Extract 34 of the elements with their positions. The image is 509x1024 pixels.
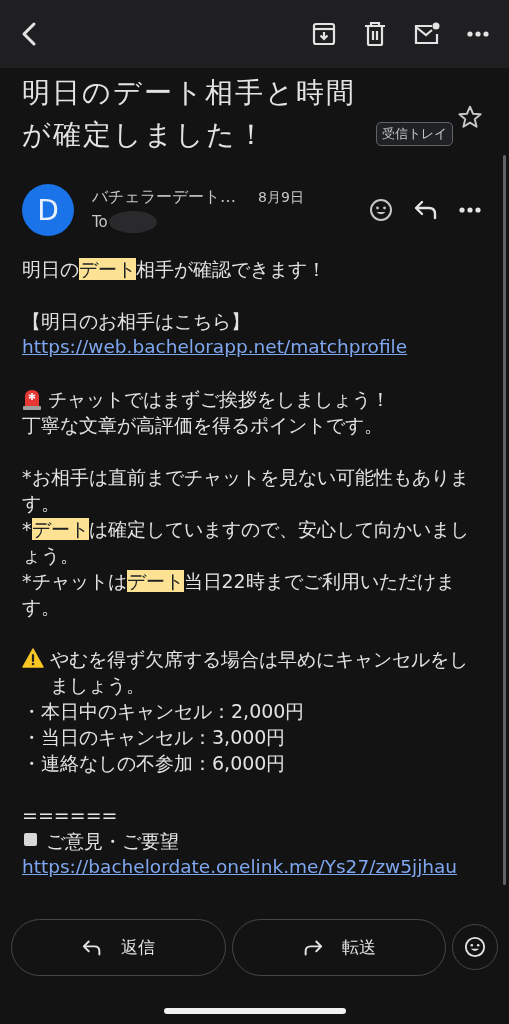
body-text: ご意見・ご要望: [46, 829, 180, 854]
square-icon: [22, 830, 40, 848]
body-text: やむを得ず欠席する場合は早めにキャンセルをしましょう。: [50, 647, 469, 698]
email-subject: 明日のデート相手と時間が確定しました！: [22, 75, 357, 153]
body-text: *デート は確定していますので、安心して向かいましょう。: [22, 517, 470, 568]
body-text: ・連絡なしの不参加：6,000円: [22, 751, 287, 776]
body-text: 【明日のお相手はこちら】: [22, 309, 251, 334]
body-text: *お相手は直前までチャットを見ない可能性もあります。: [22, 465, 470, 516]
body-text: ======: [22, 803, 119, 828]
archive-icon: [311, 21, 337, 47]
more-icon: [467, 31, 489, 37]
smiley-icon: [369, 198, 393, 222]
body-text: ・本日中のキャンセル：2,000円: [22, 699, 306, 724]
star-icon: [457, 104, 483, 130]
more-icon: [459, 207, 481, 213]
link[interactable]: https://web.bachelorapp.net/matchprofile: [22, 334, 408, 360]
mail-icon: [413, 21, 441, 47]
sender-avatar: D: [22, 184, 74, 236]
body-text: 丁寧な文章が高評価を得るポイントです。: [22, 413, 384, 438]
body-text: チャットではまずご挨拶をしましょう！: [48, 387, 391, 412]
body-text: ・当日のキャンセル：3,000円: [22, 725, 287, 750]
link[interactable]: https://bachelordate.onelink.me/Ys27/zw5jjhau: [22, 854, 458, 880]
smiley-icon: [464, 936, 486, 958]
message-date: 8月9日: [258, 188, 304, 207]
siren-icon: [22, 388, 42, 410]
warning-icon: [22, 648, 44, 668]
inbox-label: 受信トレイ: [376, 122, 453, 146]
reply-icon: [413, 199, 439, 221]
body-text: 明日のデート 相手が確認できます！: [22, 257, 327, 282]
body-text: *チャットはデート 当日22時までご利用いただけます。: [22, 569, 456, 620]
trash-icon: [363, 21, 387, 47]
redaction-blur: [107, 209, 158, 234]
recipient-label: To: [92, 212, 108, 231]
sender-name: バチェラーデート…: [92, 186, 236, 208]
